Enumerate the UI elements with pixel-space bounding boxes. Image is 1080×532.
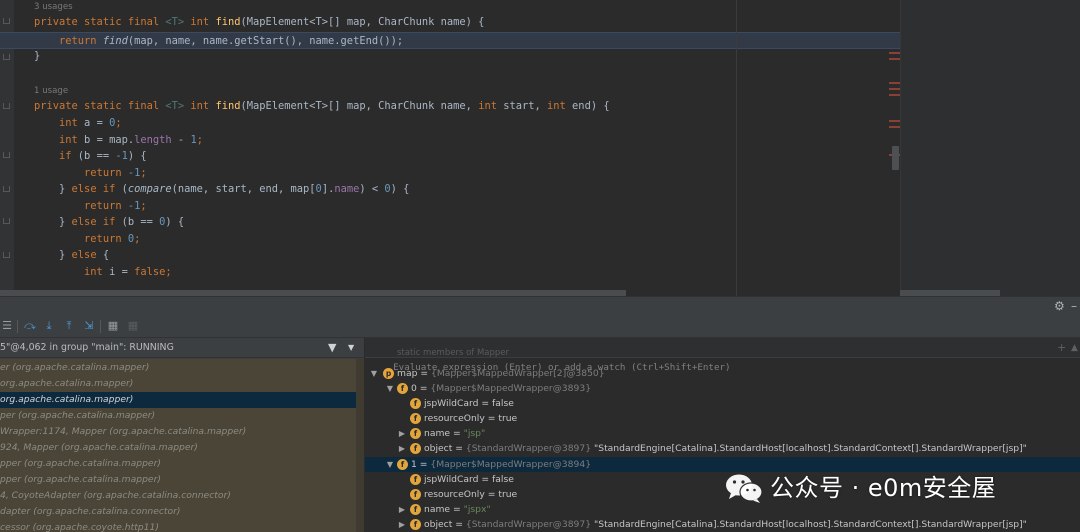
variable-row-field[interactable]: ▶ f name = "jsp" xyxy=(365,426,1080,441)
code-line: return 0; xyxy=(34,233,141,245)
stack-frame[interactable]: dapter (org.apache.catalina.connector) xyxy=(0,504,362,520)
stack-frame[interactable]: 4, CoyoteAdapter (org.apache.catalina.co… xyxy=(0,488,362,504)
frames-panel: 5"@4,062 in group "main": RUNNING ▼ ▼ er… xyxy=(0,338,364,532)
add-watch-icon[interactable]: + xyxy=(1057,338,1066,358)
stack-frame[interactable]: er (org.apache.catalina.mapper) xyxy=(0,360,362,376)
code-line: } xyxy=(34,50,41,62)
field-icon: f xyxy=(410,428,421,439)
variable-row-field[interactable]: ▶ f object = {StandardWrapper@3897} "Sta… xyxy=(365,441,1080,456)
current-execution-line: return find(map, name, name.getStart(), … xyxy=(0,32,900,49)
stack-frame[interactable]: org.apache.catalina.mapper) xyxy=(0,376,362,392)
field-icon: f xyxy=(410,413,421,424)
chevron-right-icon[interactable]: ▶ xyxy=(397,426,407,441)
chevron-right-icon[interactable]: ▶ xyxy=(397,517,407,532)
stack-frame-selected[interactable]: org.apache.catalina.mapper) xyxy=(0,392,362,408)
code-line: int i = false; xyxy=(34,266,172,278)
step-over-icon[interactable]: ⤼ xyxy=(23,319,37,333)
minimize-icon[interactable]: – xyxy=(1071,299,1077,313)
error-stripe-marker[interactable] xyxy=(889,52,900,54)
chevron-down-icon[interactable]: ▼ xyxy=(348,338,354,358)
field-icon: f xyxy=(410,474,421,485)
debug-tool-window-header: ⚙ – xyxy=(0,296,1080,316)
code-line: } else { xyxy=(34,249,110,261)
error-stripe-marker[interactable] xyxy=(889,82,900,84)
variable-row-field[interactable]: f jspWildCard = false xyxy=(365,396,1080,411)
stack-frame[interactable]: cessor (org.apache.coyote.http11) xyxy=(0,520,362,532)
field-icon: f xyxy=(410,489,421,500)
stack-frame[interactable]: pper (org.apache.catalina.mapper) xyxy=(0,472,362,488)
field-icon: f xyxy=(397,383,408,394)
toolbar-separator xyxy=(17,320,18,333)
code-line: if (b == -1) { xyxy=(34,150,147,162)
chevron-right-icon[interactable]: ▶ xyxy=(397,502,407,517)
variable-row-field[interactable]: f resourceOnly = true xyxy=(365,411,1080,426)
toolbar-separator xyxy=(100,320,101,333)
error-stripe-marker[interactable] xyxy=(889,88,900,90)
usages-hint[interactable]: 3 usages xyxy=(34,0,73,14)
parameter-icon: p xyxy=(383,368,394,379)
variable-row-element-0[interactable]: ▼ f 0 = {Mapper$MappedWrapper@3893} xyxy=(365,381,1080,396)
chevron-down-icon[interactable]: ▼ xyxy=(369,366,379,381)
frames-scrollbar[interactable] xyxy=(356,359,364,532)
variable-row-field[interactable]: ▶ f object = {StandardWrapper@3897} "Sta… xyxy=(365,517,1080,532)
watermark: 公众号 · e0m安全屋 xyxy=(724,468,1064,508)
wechat-logo-icon xyxy=(726,474,763,503)
code-line: private static final <T> int find(MapEle… xyxy=(34,16,485,28)
run-to-cursor-icon[interactable]: ⇲ xyxy=(82,319,96,333)
right-margin-guide xyxy=(736,0,737,296)
static-members-row[interactable]: static members of Mapper xyxy=(397,348,509,358)
variable-row-map[interactable]: ▼ p map = {Mapper$MappedWrapper[2]@3850} xyxy=(365,366,1080,381)
usages-hint[interactable]: 1 usage xyxy=(34,84,68,98)
scroll-down-icon[interactable]: ▲ xyxy=(1071,338,1078,358)
code-line: return -1; xyxy=(34,167,147,179)
step-out-icon[interactable]: ⤒ xyxy=(62,319,76,333)
gear-icon[interactable]: ⚙ xyxy=(1054,299,1065,313)
debug-toolbar: ☰ ⤼ ⤓ ⤒ ⇲ ▦ ▦ xyxy=(0,316,1080,338)
filter-icon[interactable]: ▼ xyxy=(328,338,336,358)
thread-label: 5"@4,062 in group "main": RUNNING xyxy=(0,342,174,353)
watermark-text: 公众号 · e0m安全屋 xyxy=(770,474,997,502)
error-stripe-marker[interactable] xyxy=(889,126,900,128)
error-stripe-marker[interactable] xyxy=(889,120,900,122)
step-into-icon[interactable]: ⤓ xyxy=(42,319,56,333)
stack-frame[interactable]: pper (org.apache.catalina.mapper) xyxy=(0,456,362,472)
stack-frame[interactable]: per (org.apache.catalina.mapper) xyxy=(0,408,362,424)
menu-lines-icon[interactable]: ☰ xyxy=(0,319,14,333)
vertical-scrollbar-thumb[interactable] xyxy=(892,146,899,170)
thread-selector[interactable]: 5"@4,062 in group "main": RUNNING ▼ ▼ xyxy=(0,338,364,358)
code-line: } else if (b == 0) { xyxy=(34,216,185,228)
error-stripe-marker[interactable] xyxy=(889,58,900,60)
stack-frame[interactable]: 924, Mapper (org.apache.catalina.mapper) xyxy=(0,440,362,456)
chevron-down-icon[interactable]: ▼ xyxy=(385,381,395,396)
code-editor[interactable]: 3 usages private static final <T> int fi… xyxy=(0,0,1080,296)
field-icon: f xyxy=(410,398,421,409)
field-icon: f xyxy=(410,519,421,530)
field-icon: f xyxy=(410,443,421,454)
chevron-right-icon[interactable]: ▶ xyxy=(397,441,407,456)
chevron-down-icon[interactable]: ▼ xyxy=(385,457,395,472)
code-line: int a = 0; xyxy=(34,117,122,129)
field-icon: f xyxy=(397,459,408,470)
field-icon: f xyxy=(410,504,421,515)
grid-icon[interactable]: ▦ xyxy=(126,319,140,333)
code-area[interactable]: 3 usages private static final <T> int fi… xyxy=(0,0,900,296)
frame-list[interactable]: er (org.apache.catalina.mapper) org.apac… xyxy=(0,359,364,532)
code-line: return -1; xyxy=(34,200,147,212)
stack-frame[interactable]: Wrapper:1174, Mapper (org.apache.catalin… xyxy=(0,424,362,440)
code-line: } else if (compare(name, start, end, map… xyxy=(34,183,410,195)
code-line: int b = map.length - 1; xyxy=(34,134,203,146)
code-line: private static final <T> int find(MapEle… xyxy=(34,100,610,112)
evaluate-table-icon[interactable]: ▦ xyxy=(106,319,120,333)
error-stripe-marker[interactable] xyxy=(889,94,900,96)
side-panel xyxy=(900,0,1080,296)
